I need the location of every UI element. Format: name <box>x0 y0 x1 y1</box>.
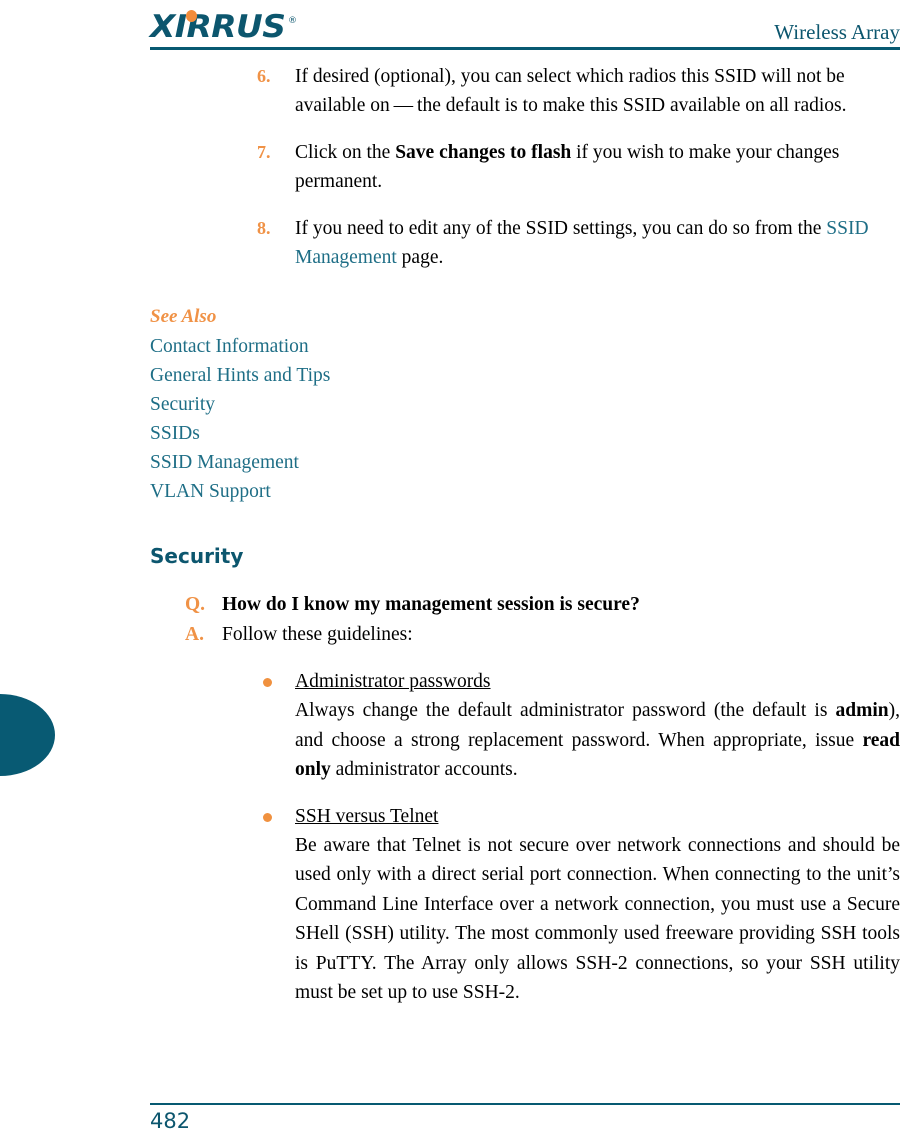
page-header: XIRRUS ® Wireless Array <box>150 6 900 50</box>
numbered-step: 8. If you need to edit any of the SSID se… <box>150 214 900 272</box>
faq-answer: A. Follow these guidelines: <box>150 620 900 650</box>
step-text: If desired (optional), you can select wh… <box>260 62 900 120</box>
see-also-link[interactable]: VLAN Support <box>150 477 900 506</box>
numbered-step: 7. Click on the Save changes to flash if … <box>150 138 900 196</box>
body-text: page. <box>396 247 444 268</box>
qa-text: How do I know my management session is s… <box>222 594 640 615</box>
logo-trademark-icon: ® <box>288 16 297 26</box>
emphasis-text: admin <box>835 700 889 721</box>
page-content: 6. If desired (optional), you can select … <box>150 62 900 1008</box>
step-marker: 7. <box>257 142 271 162</box>
faq-question: Q. How do I know my management session is… <box>150 590 900 620</box>
body-text: If you need to edit any of the SSID sett… <box>295 218 827 239</box>
see-also-link[interactable]: Contact Information <box>150 332 900 361</box>
numbered-step: 6. If desired (optional), you can select … <box>150 62 900 120</box>
qa-text: Follow these guidelines: <box>222 624 413 645</box>
guideline-bullet: SSH versus Telnet Be aware that Telnet is… <box>150 803 900 1008</box>
body-text: Always change the default administrator … <box>295 700 836 721</box>
bullet-title: SSH versus Telnet <box>295 805 439 827</box>
header-title: Wireless Array <box>774 20 900 44</box>
step-marker: 8. <box>257 218 271 238</box>
step-marker: 6. <box>257 66 271 86</box>
see-also-link[interactable]: Security <box>150 390 900 419</box>
body-text: Be aware that Telnet is not secure over … <box>295 834 900 1004</box>
see-also-section: See Also Contact Information General Hint… <box>150 306 900 506</box>
bullet-body: Be aware that Telnet is not secure over … <box>295 831 900 1008</box>
body-text: administrator accounts. <box>330 759 518 780</box>
numbered-steps-list: 6. If desired (optional), you can select … <box>150 62 900 272</box>
page-number: 482 <box>150 1109 191 1133</box>
footer-rule <box>150 1103 900 1105</box>
body-text: Click on the <box>295 142 396 163</box>
xirrus-logo: XIRRUS ® <box>150 10 320 44</box>
logo-orange-dot-icon <box>186 10 197 22</box>
bullet-dot-icon <box>263 678 272 687</box>
bullet-dot-icon <box>263 812 272 822</box>
logo-wordmark: XIRRUS <box>150 9 286 45</box>
section-heading-security: Security <box>150 544 244 568</box>
see-also-link[interactable]: SSIDs <box>150 419 900 448</box>
step-text: If you need to edit any of the SSID sett… <box>260 214 900 272</box>
step-text: Click on the Save changes to flash if yo… <box>260 138 900 196</box>
bullet-title: Administrator passwords <box>295 671 491 692</box>
page-thumb-tab <box>0 694 55 776</box>
qa-marker: Q. <box>185 594 206 615</box>
guideline-bullet: Administrator passwords Always change the… <box>150 668 900 785</box>
qa-list: Q. How do I know my management session is… <box>150 590 900 650</box>
see-also-link[interactable]: SSID Management <box>150 448 900 477</box>
see-also-link[interactable]: General Hints and Tips <box>150 361 900 390</box>
body-text: If desired (optional), you can select wh… <box>295 66 847 116</box>
guidelines-bullet-list: Administrator passwords Always change the… <box>150 668 900 1008</box>
bullet-body: Always change the default administrator … <box>295 696 900 785</box>
see-also-link-list: Contact Information General Hints and Tip… <box>150 332 900 506</box>
qa-marker: A. <box>185 624 204 645</box>
header-rule <box>150 47 900 50</box>
emphasis-text: Save changes to flash <box>395 142 572 163</box>
see-also-title: See Also <box>150 306 217 327</box>
